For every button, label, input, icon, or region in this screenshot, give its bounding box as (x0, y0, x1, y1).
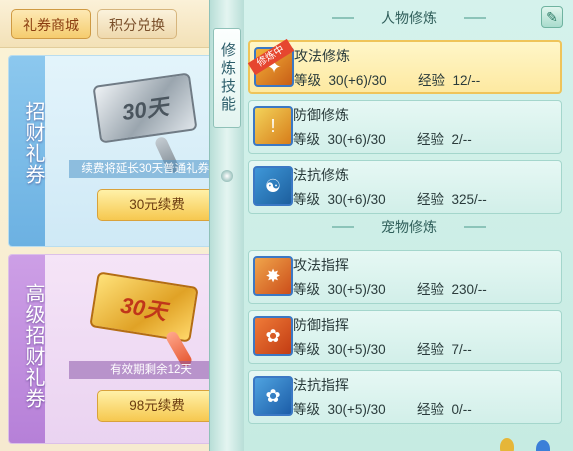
level-value: 30(+5)/30 (327, 282, 386, 297)
exp-label: 经验 (418, 73, 445, 88)
skill-level: 等级 30(+6)/30 (294, 69, 387, 89)
skill-exp: 经验 12/-- (418, 69, 480, 89)
exp-value: 12/-- (452, 73, 481, 88)
resist-icon: ☯ (253, 166, 293, 206)
skill-exp: 经验 230/-- (417, 278, 487, 298)
blue-flame-icon (536, 440, 550, 451)
voucher-card-basic: 招财礼券 30天 续费将延长30天普通礼券权 30元续费 (8, 55, 232, 247)
skill-name: 法抗指挥 (293, 377, 349, 393)
level-value: 30(+6)/30 (328, 73, 387, 88)
skill-name: 法抗修炼 (293, 167, 349, 183)
skill-level: 等级 30(+6)/30 (293, 128, 386, 148)
skill-name: 攻法修炼 (294, 48, 350, 64)
ticket-days: 30天 (118, 292, 169, 325)
exp-value: 325/-- (451, 192, 487, 207)
ticket-days: 30天 (120, 93, 170, 126)
exp-label: 经验 (417, 402, 444, 417)
validity-note: 有效期剩余12天 (69, 361, 231, 379)
skill-row-pet-attack-command[interactable]: ✸ 攻法指挥 等级 30(+5)/30 经验 230/-- (248, 250, 562, 304)
exp-value: 230/-- (451, 282, 487, 297)
exp-label: 经验 (417, 342, 444, 357)
voucher-panel: 礼券商城 积分兑换 招财礼券 30天 续费将延长30天普通礼券权 30元续费 高… (0, 0, 236, 451)
skill-exp: 经验 325/-- (417, 188, 487, 208)
section-header-pet: 宠物修炼 (314, 216, 504, 238)
renew-98-button[interactable]: 98元续费 (97, 390, 217, 422)
edit-icon[interactable]: ✎ (541, 6, 563, 28)
level-label: 等级 (293, 282, 320, 297)
skill-exp: 经验 7/-- (417, 338, 472, 358)
level-value: 30(+6)/30 (327, 192, 386, 207)
skill-level: 等级 30(+5)/30 (293, 398, 386, 418)
level-value: 30(+6)/30 (327, 132, 386, 147)
voucher-card-premium: 高级招财礼券 30天 有效期剩余12天 i 98元续费 (8, 254, 232, 444)
level-label: 等级 (293, 342, 320, 357)
cultivation-skills-label: 修炼技能 (213, 28, 241, 128)
skill-exp: 经验 0/-- (417, 398, 472, 418)
skill-row-magic-resist[interactable]: ☯ 法抗修炼 等级 30(+6)/30 经验 325/-- (248, 160, 562, 214)
skill-name: 防御指挥 (293, 317, 349, 333)
skill-exp: 经验 2/-- (417, 128, 472, 148)
skill-level: 等级 30(+5)/30 (293, 338, 386, 358)
ribbon-gem-icon (221, 170, 233, 182)
level-value: 30(+5)/30 (327, 402, 386, 417)
defense-icon: ! (253, 106, 293, 146)
level-label: 等级 (294, 73, 321, 88)
tab-bar: 礼券商城 积分兑换 (0, 0, 236, 48)
tab-points-exchange[interactable]: 积分兑换 (97, 9, 177, 39)
section-header-character: 人物修炼 (314, 7, 504, 29)
skill-name: 防御修炼 (293, 107, 349, 123)
card-title: 招财礼券 (22, 101, 44, 185)
exp-label: 经验 (417, 192, 444, 207)
pet-attack-icon: ✸ (253, 256, 293, 296)
level-value: 30(+5)/30 (327, 342, 386, 357)
level-label: 等级 (293, 192, 320, 207)
skill-row-pet-defense-command[interactable]: ✿ 防御指挥 等级 30(+5)/30 经验 7/-- (248, 310, 562, 364)
exp-value: 0/-- (451, 402, 472, 417)
skill-name: 攻法指挥 (293, 257, 349, 273)
skill-level: 等级 30(+5)/30 (293, 278, 386, 298)
skill-row-pet-resist-command[interactable]: ✿ 法抗指挥 等级 30(+5)/30 经验 0/-- (248, 370, 562, 424)
gold-ornament-icon (500, 438, 514, 451)
renew-30-button[interactable]: 30元续费 (97, 189, 217, 221)
card-title: 高级招财礼券 (22, 283, 44, 409)
tab-voucher-mall[interactable]: 礼券商城 (11, 9, 91, 39)
exp-label: 经验 (417, 282, 444, 297)
exp-value: 2/-- (451, 132, 472, 147)
pet-resist-icon: ✿ (253, 376, 293, 416)
skill-row-attack-magic[interactable]: ✦ 修炼中 攻法修炼 等级 30(+6)/30 经验 12/-- (247, 38, 562, 94)
level-label: 等级 (293, 402, 320, 417)
skill-row-defense[interactable]: ! 防御修炼 等级 30(+6)/30 经验 2/-- (248, 100, 562, 154)
exp-value: 7/-- (451, 342, 472, 357)
silver-ticket-icon: 30天 (92, 72, 198, 144)
exp-label: 经验 (417, 132, 444, 147)
pet-defense-icon: ✿ (253, 316, 293, 356)
level-label: 等级 (293, 132, 320, 147)
skill-level: 等级 30(+6)/30 (293, 188, 386, 208)
renew-note: 续费将延长30天普通礼券权 (69, 160, 231, 178)
gold-ticket-icon: 30天 (89, 271, 199, 343)
